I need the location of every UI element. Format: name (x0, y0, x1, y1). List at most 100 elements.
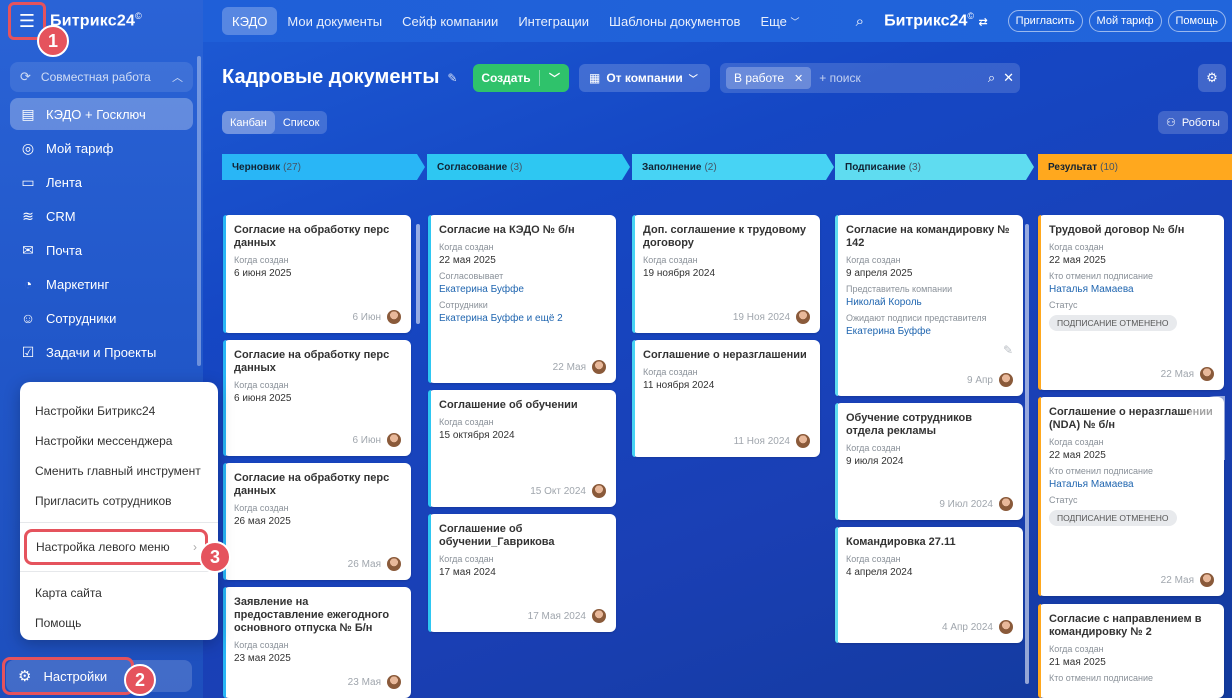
kanban-card[interactable]: Обучение сотрудников отдела рекламы Когд… (835, 403, 1023, 520)
card-link[interactable]: Екатерина Буффе (846, 326, 1012, 337)
card-link[interactable]: Наталья Мамаева (1049, 479, 1213, 490)
menu-item-bitrix-settings[interactable]: Настройки Битрикс24 (20, 396, 218, 426)
tab-more[interactable]: Еще ﹀ (750, 7, 809, 35)
kanban-card[interactable]: Согласие на командировку № 142 Когда соз… (835, 215, 1023, 396)
avatar[interactable] (386, 556, 402, 572)
filter-chip[interactable]: В работе ✕ (726, 67, 812, 89)
column-scrollbar[interactable] (416, 224, 420, 324)
app-logo[interactable]: Битрикс24© (50, 11, 142, 30)
tab-kedo[interactable]: КЭДО (222, 7, 278, 35)
sidebar-scrollbar[interactable] (197, 56, 201, 366)
menu-item-messenger-settings[interactable]: Настройки мессенджера (20, 426, 218, 456)
card-title[interactable]: Согласие на обработку перс данных (234, 349, 400, 375)
kanban-card[interactable]: Доп. соглашение к трудовому договору Ког… (632, 215, 820, 333)
sidebar-item-tasks[interactable]: ☑ Задачи и Проекты (10, 336, 193, 368)
card-link[interactable]: Екатерина Буффе и ещё 2 (439, 313, 605, 324)
card-title[interactable]: Обучение сотрудников отдела рекламы (846, 412, 1012, 438)
card-title[interactable]: Трудовой договор № б/н (1049, 224, 1213, 237)
kanban-card[interactable]: Согласие на обработку перс данных Когда … (223, 340, 411, 456)
avatar[interactable] (795, 309, 811, 325)
tab-company-safe[interactable]: Сейф компании (392, 7, 508, 35)
chevron-down-icon[interactable]: ﹀ (539, 70, 569, 86)
search-icon[interactable]: ⌕ (988, 70, 995, 86)
card-title[interactable]: Заявление на предоставление ежегодного о… (234, 596, 400, 635)
from-company-dropdown[interactable]: ▦ От компании ﹀ (579, 64, 710, 92)
header-logo[interactable]: Битрикс24© ⇄ (884, 11, 988, 30)
close-icon[interactable]: ✕ (1003, 70, 1014, 86)
my-plan-button[interactable]: Мой тариф (1088, 10, 1162, 32)
column-name: Заполнение (642, 161, 702, 173)
menu-item-change-main-tool[interactable]: Сменить главный инструмент (20, 456, 218, 486)
card-title[interactable]: Доп. соглашение к трудовому договору (643, 224, 809, 250)
column-header-approval[interactable]: Согласование (3) (427, 154, 630, 180)
invite-button[interactable]: Пригласить (1007, 10, 1083, 32)
tab-document-templates[interactable]: Шаблоны документов (599, 7, 750, 35)
card-link[interactable]: Наталья Мамаева (1049, 284, 1213, 295)
card-title[interactable]: Соглашение об обучении (439, 399, 605, 412)
card-link[interactable]: Екатерина Буффе (439, 284, 605, 295)
filter-search-bar[interactable]: В работе ✕ + поиск ⌕ ✕ (720, 63, 1020, 93)
kanban-card[interactable]: Соглашение о неразглашении Когда создан … (632, 340, 820, 457)
search-icon[interactable]: ⌕ (856, 13, 864, 30)
avatar[interactable] (998, 496, 1014, 512)
avatar[interactable] (386, 309, 402, 325)
close-icon[interactable]: ✕ (794, 72, 803, 85)
sidebar-item-marketing[interactable]: ◔ Маркетинг (10, 268, 193, 300)
kanban-card[interactable]: Согласие на обработку перс данных Когда … (223, 215, 411, 333)
column-header-signing[interactable]: Подписание (3) (835, 154, 1034, 180)
menu-item-left-menu-settings[interactable]: Настройка левого меню › (24, 529, 208, 565)
robots-button[interactable]: ⚇ Роботы (1158, 111, 1228, 134)
avatar[interactable] (998, 372, 1014, 388)
kanban-card[interactable]: Соглашение об обучении Когда создан 15 о… (428, 390, 616, 507)
avatar[interactable] (591, 483, 607, 499)
view-list-button[interactable]: Список (275, 111, 328, 134)
avatar[interactable] (386, 432, 402, 448)
sidebar-item-employees[interactable]: ☺ Сотрудники (10, 302, 193, 334)
card-title[interactable]: Согласие на командировку № 142 (846, 224, 1012, 250)
sidebar-item-mail[interactable]: ✉ Почта (10, 234, 193, 266)
card-title[interactable]: Соглашение о неразглашении (643, 349, 809, 362)
request-signature-icon[interactable]: ✎ (1003, 343, 1013, 357)
create-button[interactable]: Создать ﹀ (473, 64, 569, 92)
kanban-card[interactable]: Согласие на обработку перс данных Когда … (223, 463, 411, 580)
kanban-card[interactable]: Соглашение об обучении_Гаврикова Когда с… (428, 514, 616, 632)
kanban-card[interactable]: Командировка 27.11 Когда создан 4 апреля… (835, 527, 1023, 643)
kanban-card[interactable]: Заявление на предоставление ежегодного о… (223, 587, 411, 698)
column-scrollbar[interactable] (1025, 224, 1029, 684)
menu-item-sitemap[interactable]: Карта сайта (20, 578, 218, 608)
card-title[interactable]: Согласие на обработку перс данных (234, 472, 400, 498)
avatar[interactable] (1199, 572, 1215, 588)
tab-my-documents[interactable]: Мои документы (277, 7, 392, 35)
card-title[interactable]: Согласие с направлением в командировку №… (1049, 613, 1213, 639)
sidebar-item-kedo[interactable]: ▤ КЭДО + Госключ (10, 98, 193, 130)
avatar[interactable] (1199, 366, 1215, 382)
help-button[interactable]: Помощь (1167, 10, 1226, 32)
card-title[interactable]: Командировка 27.11 (846, 536, 1012, 549)
avatar[interactable] (998, 619, 1014, 635)
kanban-card[interactable]: Трудовой договор № б/н Когда создан 22 м… (1038, 215, 1224, 390)
card-label: Статус (1049, 300, 1078, 310)
card-link[interactable]: Николай Король (846, 297, 1012, 308)
card-title[interactable]: Соглашение об обучении_Гаврикова (439, 523, 605, 549)
avatar[interactable] (386, 674, 402, 690)
kanban-card[interactable]: Согласие на КЭДО № б/н Когда создан 22 м… (428, 215, 616, 383)
sidebar-item-crm[interactable]: ≋ CRM (10, 200, 193, 232)
menu-item-invite-employees[interactable]: Пригласить сотрудников (20, 486, 218, 516)
sidebar-item-plan[interactable]: ◎ Мой тариф (10, 132, 193, 164)
menu-item-help[interactable]: Помощь (20, 608, 218, 638)
column-header-filling[interactable]: Заполнение (2) (632, 154, 834, 180)
column-header-draft[interactable]: Черновик (27) (222, 154, 425, 180)
kanban-card[interactable]: Согласие с направлением в командировку №… (1038, 604, 1224, 698)
tab-integrations[interactable]: Интеграции (508, 7, 599, 35)
sidebar-group-collaboration[interactable]: ⟳ Совместная работа ︿ (10, 62, 193, 92)
sidebar-item-feed[interactable]: ▭ Лента (10, 166, 193, 198)
card-title[interactable]: Согласие на обработку перс данных (234, 224, 400, 250)
pin-icon[interactable]: ✎ (447, 71, 457, 85)
page-settings-button[interactable]: ⚙ (1198, 64, 1226, 92)
avatar[interactable] (795, 433, 811, 449)
avatar[interactable] (591, 359, 607, 375)
column-header-result[interactable]: Результат (10) (1038, 154, 1232, 180)
card-title[interactable]: Согласие на КЭДО № б/н (439, 224, 605, 237)
avatar[interactable] (591, 608, 607, 624)
view-kanban-button[interactable]: Канбан (222, 111, 275, 134)
